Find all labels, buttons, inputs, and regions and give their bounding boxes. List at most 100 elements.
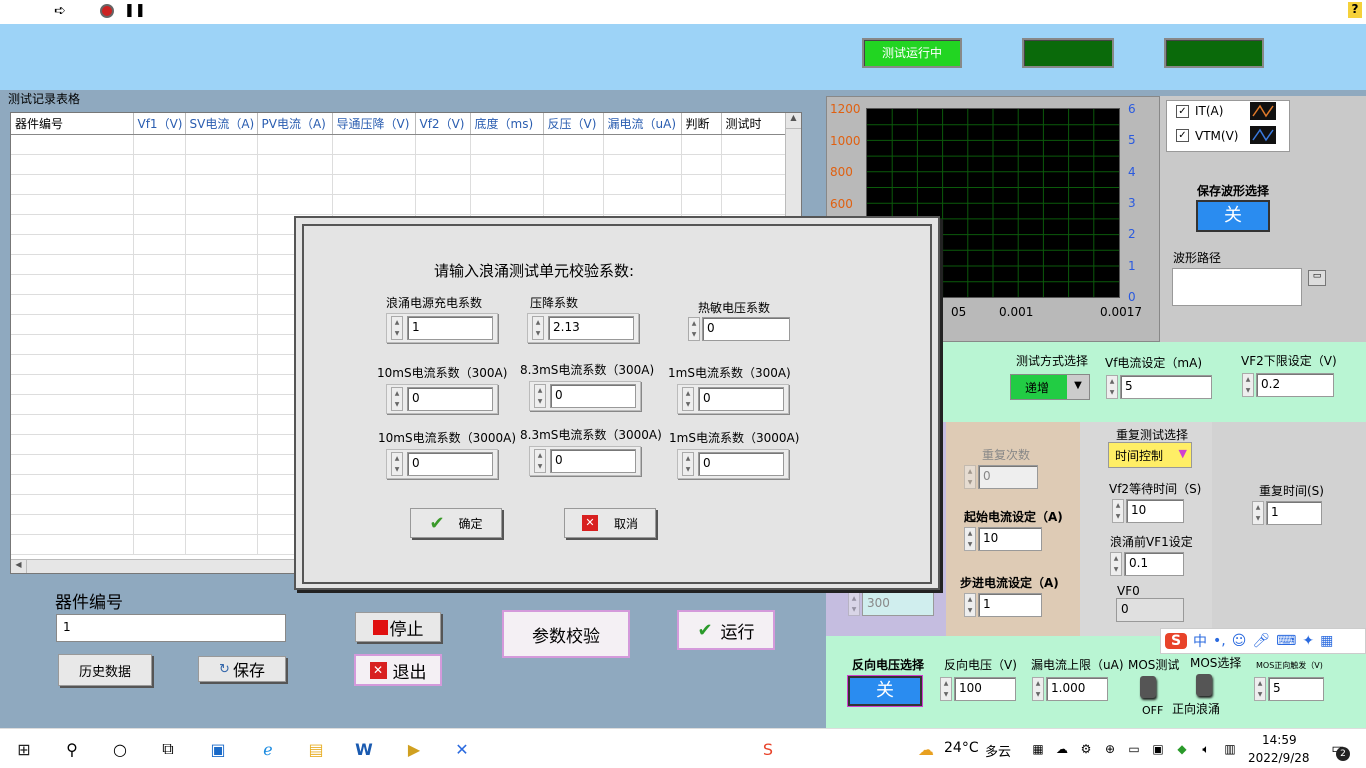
vf-current-stepper[interactable]: ▲ ▼ 5 (1106, 374, 1212, 400)
leak-limit-stepper[interactable]: ▲ ▼ 1.000 (1032, 676, 1108, 702)
table-row[interactable] (11, 134, 788, 155)
device-id-input[interactable]: 1 (56, 614, 286, 642)
table-cell[interactable] (11, 254, 134, 275)
table-cell[interactable] (185, 374, 258, 395)
table-cell[interactable] (543, 134, 604, 155)
table-cell[interactable] (11, 394, 134, 415)
tray-monitor-icon[interactable]: ▭ (1122, 737, 1146, 761)
table-cell[interactable] (133, 294, 186, 315)
table-cell[interactable] (185, 254, 258, 275)
table-cell[interactable] (133, 234, 186, 255)
ime-toolbar[interactable]: S 中 •, ☺ 🎤︎ ⌨ ✦ ▦ (1160, 628, 1366, 654)
spinner-icon[interactable]: ▲ ▼ (391, 452, 403, 476)
step-current-field[interactable]: 1 (978, 593, 1042, 617)
table-cell[interactable] (470, 194, 544, 215)
spinner-icon[interactable]: ▲ ▼ (391, 387, 403, 411)
table-cell[interactable] (185, 434, 258, 455)
table-cell[interactable] (603, 174, 682, 195)
table-cell[interactable] (11, 294, 134, 315)
keyboard-icon[interactable]: ⌨ (1276, 633, 1296, 649)
table-row[interactable] (11, 194, 788, 215)
spinner-icon[interactable]: ▲ ▼ (682, 387, 694, 411)
word-icon[interactable]: W (352, 737, 376, 761)
scroll-left-icon[interactable]: ◀ (11, 560, 27, 573)
start-current-field[interactable]: 10 (978, 527, 1042, 551)
spinner-icon[interactable]: ▲ ▼ (1242, 373, 1254, 397)
table-cell[interactable] (11, 434, 134, 455)
table-cell[interactable] (721, 154, 788, 175)
table-cell[interactable] (133, 354, 186, 375)
table-cell[interactable] (415, 194, 471, 215)
weather-condition[interactable]: 多云 (985, 741, 1011, 760)
help-icon[interactable]: ? (1348, 2, 1362, 18)
stop-button[interactable]: 停止 (355, 612, 441, 642)
table-cell[interactable] (11, 234, 134, 255)
table-cell[interactable] (133, 474, 186, 495)
search-icon[interactable]: ⚲ (60, 737, 84, 761)
skin-icon[interactable]: ✦ (1302, 633, 1314, 649)
table-cell[interactable] (11, 474, 134, 495)
table-row[interactable] (11, 154, 788, 175)
tray-doc-icon[interactable]: ▦ (1026, 737, 1050, 761)
table-cell[interactable] (185, 274, 258, 295)
table-cell[interactable] (185, 514, 258, 535)
table-cell[interactable] (603, 154, 682, 175)
clock-time[interactable]: 14:59 (1262, 733, 1297, 747)
table-cell[interactable] (185, 174, 258, 195)
reverse-voltage-field[interactable]: 100 (954, 677, 1016, 701)
tray-app-icon[interactable]: ▣ (1146, 737, 1170, 761)
step-current-stepper[interactable]: ▲ ▼ 1 (964, 592, 1042, 618)
current-coef-10ms-3000a-stepper[interactable]: ▲ ▼ 0 (386, 449, 498, 479)
clock-date[interactable]: 2022/9/28 (1248, 751, 1310, 765)
vf2-wait-field[interactable]: 10 (1126, 499, 1184, 523)
vf2-lower-limit-stepper[interactable]: ▲ ▼ 0.2 (1242, 372, 1334, 398)
repeat-time-field[interactable]: 1 (1266, 501, 1322, 525)
table-cell[interactable] (332, 174, 416, 195)
table-cell[interactable] (470, 154, 544, 175)
table-cell[interactable] (133, 374, 186, 395)
table-cell[interactable] (11, 174, 134, 195)
save-button[interactable]: ↻ 保存 (198, 656, 286, 682)
spinner-icon[interactable]: ▲ ▼ (964, 593, 976, 617)
table-cell[interactable] (11, 514, 134, 535)
table-cell[interactable] (133, 134, 186, 155)
vf-current-field[interactable]: 5 (1120, 375, 1212, 399)
start-current-stepper[interactable]: ▲ ▼ 10 (964, 526, 1042, 552)
table-cell[interactable] (133, 194, 186, 215)
table-cell[interactable] (185, 474, 258, 495)
spinner-icon[interactable]: ▲ ▼ (964, 527, 976, 551)
repeat-select-dropdown[interactable]: 时间控制 ▼ (1108, 442, 1192, 468)
table-cell[interactable] (681, 174, 722, 195)
exit-button[interactable]: ✕ 退出 (354, 654, 442, 686)
leak-limit-field[interactable]: 1.000 (1046, 677, 1108, 701)
voltage-drop-coef-stepper[interactable]: ▲ ▼ 2.13 (527, 313, 639, 343)
ie-browser-icon[interactable]: ℯ (256, 737, 280, 761)
sogou-icon[interactable]: S (1165, 633, 1187, 649)
mos-trigger-stepper[interactable]: ▲ ▼ 5 (1254, 676, 1324, 702)
legend-it-swatch-icon[interactable] (1250, 102, 1276, 120)
current-coef-1ms-3000a-stepper[interactable]: ▲ ▼ 0 (677, 449, 789, 479)
emoji-icon[interactable]: ☺ (1232, 633, 1247, 649)
legend-vtm-swatch-icon[interactable] (1250, 126, 1276, 144)
current-coef-1ms-3000a-field[interactable]: 0 (698, 452, 784, 476)
scroll-up-icon[interactable]: ▲ (786, 113, 801, 129)
voltage-drop-coef-field[interactable]: 2.13 (548, 316, 634, 340)
pause-icon[interactable]: ❚❚ (124, 3, 146, 18)
table-cell[interactable] (332, 134, 416, 155)
table-cell[interactable] (543, 174, 604, 195)
test-mode-select[interactable]: 递增 ▼ (1010, 374, 1090, 400)
store-icon[interactable]: ▣ (206, 737, 230, 761)
reverse-voltage-stepper[interactable]: ▲ ▼ 100 (940, 676, 1016, 702)
table-cell[interactable] (415, 134, 471, 155)
table-cell[interactable] (11, 414, 134, 435)
run-button[interactable]: ✔ 运行 (677, 610, 775, 650)
table-cell[interactable] (185, 194, 258, 215)
table-cell[interactable] (681, 134, 722, 155)
windows-start-icon[interactable]: ⊞ (12, 737, 36, 761)
legend-it-checkbox[interactable]: ✓ (1176, 105, 1189, 118)
current-coef-83ms-300a-stepper[interactable]: ▲ ▼ 0 (529, 381, 641, 411)
dropdown-arrow-icon[interactable]: ▼ (1179, 447, 1187, 460)
toolbox-icon[interactable]: ▦ (1320, 633, 1333, 649)
table-cell[interactable] (133, 314, 186, 335)
table-cell[interactable] (681, 154, 722, 175)
